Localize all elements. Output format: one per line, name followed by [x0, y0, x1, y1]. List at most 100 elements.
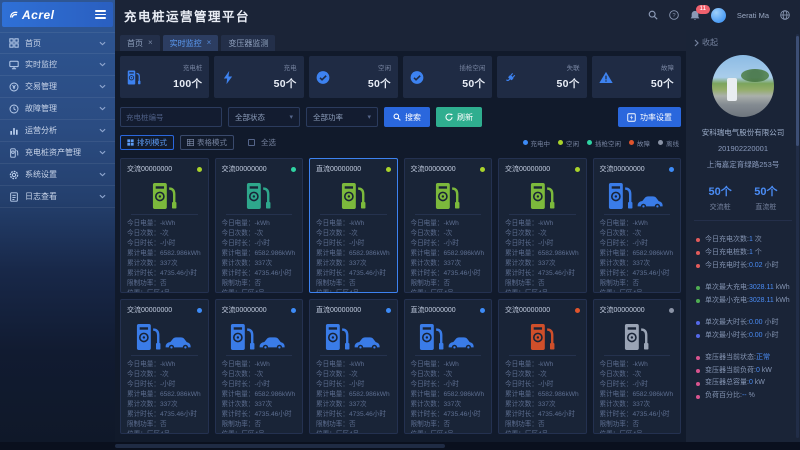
pile-card-6[interactable]: 交流00000000今日电量：-kWh今日次数：-次今日时长：-小时累计电量：6… — [593, 158, 682, 293]
sidebar-item-8[interactable]: 日志查看 — [0, 186, 115, 208]
stat-card-3[interactable]: 空闲50个 — [309, 56, 398, 98]
stat-line-label: 单次最大时长: — [705, 317, 749, 330]
pile-card-title: 直流00000000 — [316, 164, 361, 174]
pile-card-grid: 交流00000000今日电量：-kWh今日次数：-次今日时长：-小时累计电量：6… — [115, 150, 686, 434]
sidebar-item-7[interactable]: 系统设置 — [0, 164, 115, 186]
pile-stat-line: 累计时长：4735.46小时 — [411, 410, 486, 420]
stat-line-label: 单次最小充电: — [705, 295, 749, 308]
pile-stat-line: 限制功率：否 — [505, 279, 580, 289]
sidebar-item-label: 系统设置 — [25, 169, 57, 180]
stat-line-label: 今日充电桩数: — [705, 247, 749, 260]
pile-stat-line: 累计次数：337次 — [505, 400, 580, 410]
pile-stat-line: 今日时长：-小时 — [127, 380, 202, 390]
collapse-panel-button[interactable]: 收起 — [686, 30, 800, 50]
status-filter-select[interactable]: 全部状态 ▾ — [228, 107, 300, 127]
pile-stat-line: 累计电量：6582.986kWh — [411, 390, 486, 400]
pile-card-title: 直流00000000 — [411, 305, 456, 315]
tab-3[interactable]: 变压器监测 — [221, 35, 275, 51]
scrollbar-thumb[interactable] — [796, 36, 799, 146]
avatar[interactable] — [711, 8, 726, 23]
stat-line: 今日充电桩数: 1 个 — [696, 247, 800, 260]
sidebar-item-3[interactable]: 交易管理 — [0, 76, 115, 98]
pile-stat-line: 今日时长：-小时 — [316, 239, 391, 249]
pile-stat-line: 今日次数：-次 — [222, 370, 297, 380]
refresh-button[interactable]: 刷新 — [436, 107, 482, 127]
pile-count-label: 直流桩 — [754, 202, 777, 212]
pile-stat-line: 今日时长：-小时 — [505, 380, 580, 390]
pile-stat-line: 累计电量：6582.986kWh — [600, 249, 675, 259]
legend-item: 插枪空闲 — [587, 138, 621, 148]
pile-stat-line: 位置：厂区4号 — [600, 430, 675, 434]
pile-card-4[interactable]: 交流00000000今日电量：-kWh今日次数：-次今日时长：-小时累计电量：6… — [404, 158, 493, 293]
pile-card-11[interactable]: 交流00000000今日电量：-kWh今日次数：-次今日时长：-小时累计电量：6… — [498, 299, 587, 434]
list-mode-button[interactable]: 排列模式 — [120, 135, 174, 150]
horizontal-scrollbar[interactable] — [0, 442, 800, 450]
close-icon[interactable]: × — [148, 39, 153, 47]
brand-logo: Acrel — [2, 2, 113, 27]
stat-line-value: 正常 — [756, 352, 770, 365]
search-button[interactable]: 搜索 — [384, 107, 430, 127]
language-globe-icon[interactable] — [780, 10, 790, 20]
pile-card-2[interactable]: 交流00000000今日电量：-kWh今日次数：-次今日时长：-小时累计电量：6… — [215, 158, 304, 293]
tab-2[interactable]: 实时监控× — [163, 35, 219, 51]
stat-card-1[interactable]: 充电桩100个 — [120, 56, 209, 98]
pile-card-title: 交流00000000 — [222, 305, 267, 315]
bullet-icon — [696, 395, 700, 399]
pile-stat-line: 今日时长：-小时 — [505, 239, 580, 249]
pile-stat-line: 累计电量：6582.986kWh — [222, 249, 297, 259]
pile-stat-line: 今日电量：-kWh — [505, 360, 580, 370]
pile-card-10[interactable]: 直流00000000今日电量：-kWh今日次数：-次今日时长：-小时累计电量：6… — [404, 299, 493, 434]
close-icon[interactable]: × — [207, 39, 212, 47]
chevron-down-icon — [99, 172, 106, 177]
stat-card-2[interactable]: 充电50个 — [214, 56, 303, 98]
pile-card-5[interactable]: 交流00000000今日电量：-kWh今日次数：-次今日时长：-小时累计电量：6… — [498, 158, 587, 293]
sidebar-item-label: 交易管理 — [25, 81, 57, 92]
notifications-bell-icon[interactable]: 11 — [690, 10, 700, 21]
pile-stat-line: 累计时长：4735.46小时 — [505, 410, 580, 420]
table-mode-button[interactable]: 表格模式 — [180, 135, 234, 150]
pile-stat-line: 累计次数：337次 — [600, 400, 675, 410]
pile-stat-line: 累计时长：4735.46小时 — [316, 269, 391, 279]
status-legend: 充电中空闲插枪空闲故障离线 — [523, 138, 682, 148]
pile-stat-line: 累计电量：6582.986kWh — [411, 249, 486, 259]
search-icon — [393, 113, 401, 121]
pile-stat-line: 今日次数：-次 — [411, 229, 486, 239]
sidebar-item-2[interactable]: 实时监控 — [0, 54, 115, 76]
pile-stat-line: 今日时长：-小时 — [411, 380, 486, 390]
pile-stat-line: 今日电量：-kWh — [411, 219, 486, 229]
divider — [226, 214, 293, 215]
charging-pile-icon — [222, 178, 297, 210]
pile-stat-line: 今日时长：-小时 — [600, 239, 675, 249]
sidebar-item-1[interactable]: 首页 — [0, 32, 115, 54]
power-setting-label: 功率设置 — [640, 112, 672, 123]
power-setting-button[interactable]: 功率设置 — [618, 107, 681, 127]
sidebar-item-4[interactable]: 故障管理 — [0, 98, 115, 120]
power-filter-select[interactable]: 全部功率 ▾ — [306, 107, 378, 127]
help-icon[interactable]: ? — [669, 10, 679, 20]
sidebar-item-5[interactable]: 运营分析 — [0, 120, 115, 142]
pile-card-title: 交流00000000 — [127, 164, 172, 174]
scrollbar-thumb[interactable] — [115, 444, 445, 448]
pile-card-12[interactable]: 交流00000000今日电量：-kWh今日次数：-次今日时长：-小时累计电量：6… — [593, 299, 682, 434]
stat-card-label: 空闲 — [368, 62, 391, 72]
vertical-scrollbar[interactable] — [796, 34, 799, 438]
hamburger-menu-icon[interactable] — [95, 10, 106, 19]
pile-card-1[interactable]: 交流00000000今日电量：-kWh今日次数：-次今日时长：-小时累计电量：6… — [120, 158, 209, 293]
select-all-checkbox[interactable] — [248, 139, 255, 146]
pile-stat-line: 今日电量：-kWh — [411, 360, 486, 370]
pile-card-9[interactable]: 直流00000000今日电量：-kWh今日次数：-次今日时长：-小时累计电量：6… — [309, 299, 398, 434]
pile-card-8[interactable]: 交流00000000今日电量：-kWh今日次数：-次今日时长：-小时累计电量：6… — [215, 299, 304, 434]
sidebar-item-6[interactable]: 充电桩资产管理 — [0, 142, 115, 164]
tab-1[interactable]: 首页× — [120, 35, 160, 51]
pile-card-7[interactable]: 交流00000000今日电量：-kWh今日次数：-次今日时长：-小时累计电量：6… — [120, 299, 209, 434]
stat-card-6[interactable]: 故障50个 — [592, 56, 681, 98]
pile-id-input[interactable] — [120, 107, 222, 127]
search-icon[interactable] — [648, 10, 658, 20]
pile-card-3[interactable]: 直流00000000今日电量：-kWh今日次数：-次今日时长：-小时累计电量：6… — [309, 158, 398, 293]
stat-card-5[interactable]: 失联50个 — [497, 56, 586, 98]
pile-count: 50个直流桩 — [754, 183, 777, 212]
status-dot-icon — [669, 167, 674, 172]
stat-card-4[interactable]: 插枪空闲50个 — [403, 56, 492, 98]
pile-stat-line: 今日时长：-小时 — [222, 239, 297, 249]
stat-card-value: 50个 — [557, 78, 580, 90]
